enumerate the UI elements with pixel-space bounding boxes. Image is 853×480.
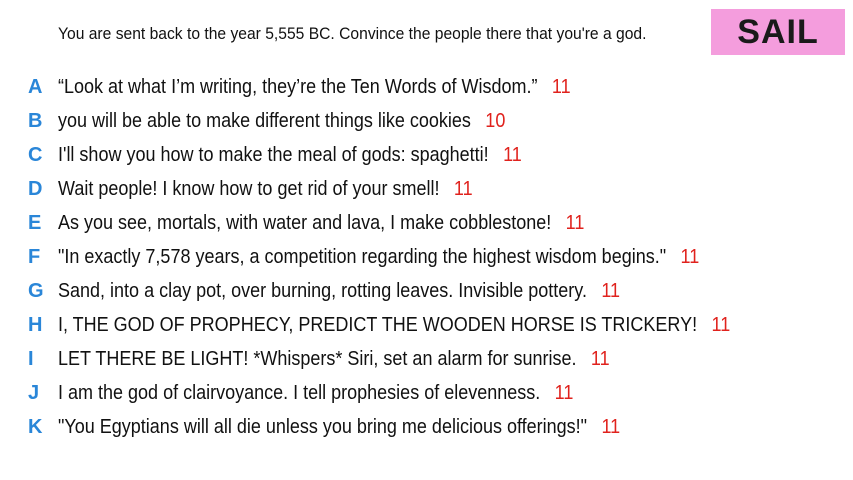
answer-letter: K xyxy=(28,415,43,438)
answer-text: As you see, mortals, with water and lava… xyxy=(58,211,552,234)
answer-letter: A xyxy=(28,75,43,98)
answer-score: 11 xyxy=(565,211,585,234)
answer-row-a: A “Look at what I’m writing, they’re the… xyxy=(0,70,853,104)
prompt-text: You are sent back to the year 5,555 BC. … xyxy=(58,24,647,43)
answer-text: "You Egyptians will all die unless you b… xyxy=(58,415,588,438)
answer-score: 11 xyxy=(601,279,621,302)
answer-text: I, THE GOD OF PROPHECY, PREDICT THE WOOD… xyxy=(58,313,698,336)
answer-letter: I xyxy=(28,347,34,370)
answer-text: you will be able to make different thing… xyxy=(58,109,471,132)
answer-row-e: E As you see, mortals, with water and la… xyxy=(0,206,853,240)
answer-letter: E xyxy=(28,211,42,234)
answer-text: "In exactly 7,578 years, a competition r… xyxy=(58,245,667,268)
answer-row-b: B you will be able to make different thi… xyxy=(0,104,853,138)
answer-text: “Look at what I’m writing, they’re the T… xyxy=(58,75,538,98)
answer-letter: G xyxy=(28,279,44,302)
answer-score: 10 xyxy=(485,109,506,132)
answer-letter: J xyxy=(28,381,40,404)
answer-letter: B xyxy=(28,109,43,132)
answer-row-d: D Wait people! I know how to get rid of … xyxy=(0,172,853,206)
answer-score: 11 xyxy=(554,381,574,404)
answer-score: 11 xyxy=(551,75,571,98)
answer-text: LET THERE BE LIGHT! *Whispers* Siri, set… xyxy=(58,347,577,370)
answer-letter: C xyxy=(28,143,43,166)
answer-text: I'll show you how to make the meal of go… xyxy=(58,143,489,166)
answer-score: 11 xyxy=(453,177,473,200)
answer-letter: F xyxy=(28,245,41,268)
answer-letter: D xyxy=(28,177,43,200)
answer-score: 11 xyxy=(601,415,621,438)
answer-score: 11 xyxy=(590,347,610,370)
answer-row-k: K "You Egyptians will all die unless you… xyxy=(0,410,853,444)
answer-score: 11 xyxy=(680,245,700,268)
answer-letter: H xyxy=(28,313,43,336)
answer-score: 11 xyxy=(503,143,522,166)
answer-row-g: G Sand, into a clay pot, over burning, r… xyxy=(0,274,853,308)
answer-row-f: F "In exactly 7,578 years, a competition… xyxy=(0,240,853,274)
answer-text: I am the god of clairvoyance. I tell pro… xyxy=(58,381,541,404)
answer-text: Wait people! I know how to get rid of yo… xyxy=(58,177,440,200)
answer-row-c: C I'll show you how to make the meal of … xyxy=(0,138,853,172)
answer-row-h: H I, THE GOD OF PROPHECY, PREDICT THE WO… xyxy=(0,308,853,342)
sail-badge: SAIL xyxy=(711,9,845,55)
answer-row-j: J I am the god of clairvoyance. I tell p… xyxy=(0,376,853,410)
answer-score: 11 xyxy=(711,313,731,336)
answer-text: Sand, into a clay pot, over burning, rot… xyxy=(58,279,587,302)
answer-row-i: I LET THERE BE LIGHT! *Whispers* Siri, s… xyxy=(0,342,853,376)
